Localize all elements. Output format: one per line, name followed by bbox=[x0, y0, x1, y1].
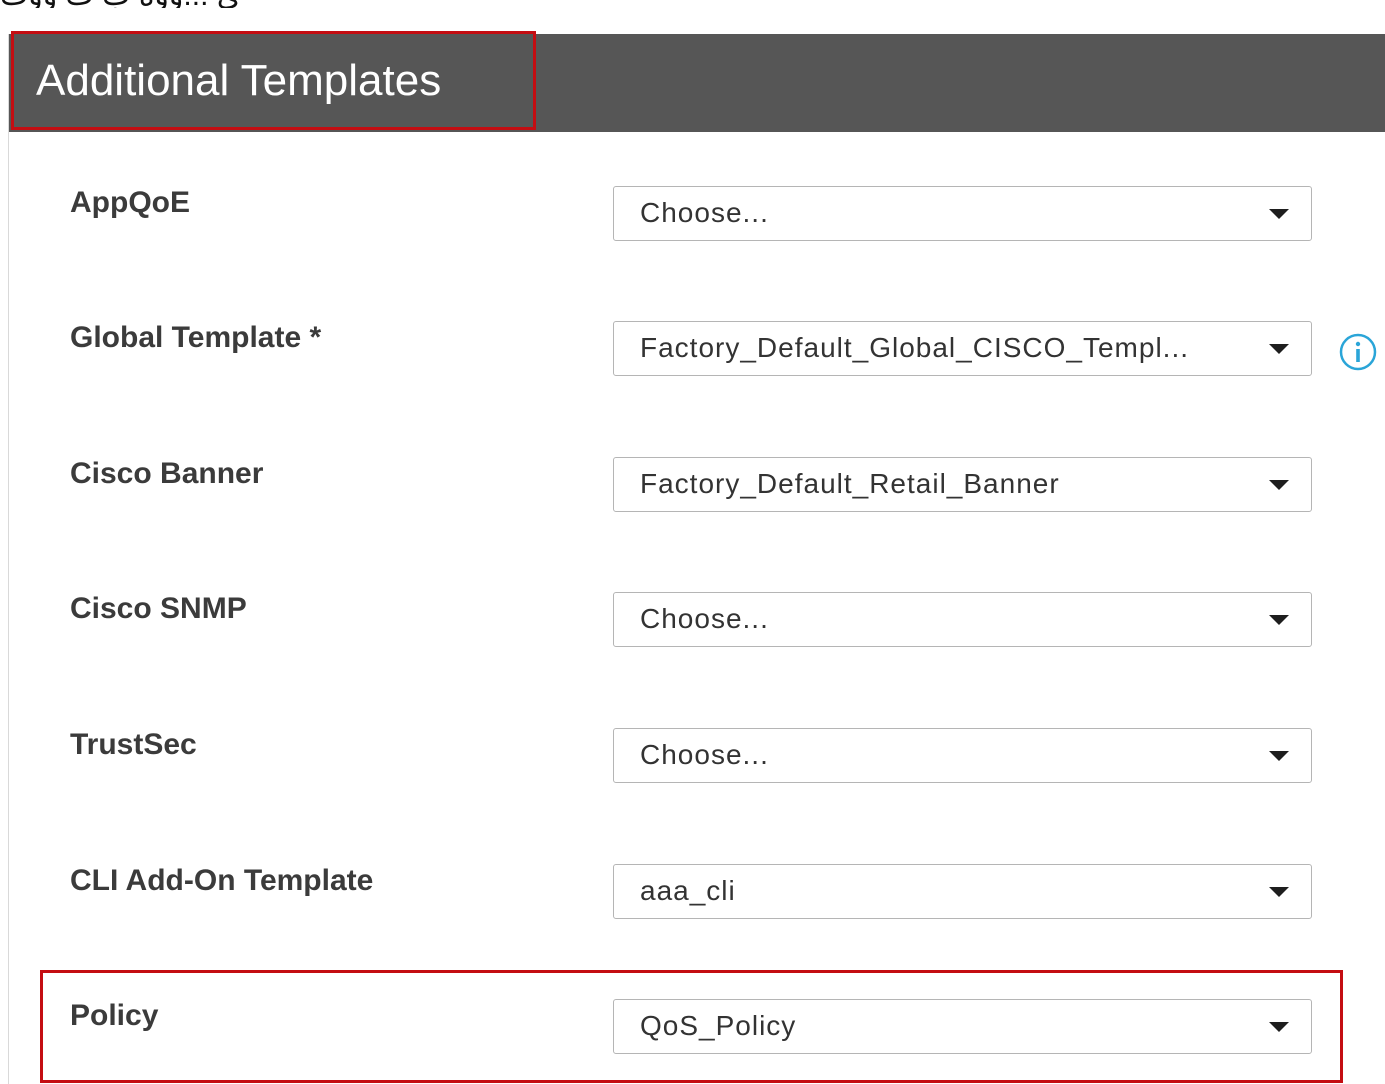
chevron-down-icon bbox=[1269, 344, 1289, 354]
chevron-down-icon bbox=[1269, 751, 1289, 761]
info-icon[interactable] bbox=[1339, 333, 1377, 371]
cli-addon-template-label: CLI Add-On Template bbox=[70, 864, 374, 897]
global-template-select-value: Factory_Default_Global_CISCO_Templ... bbox=[640, 332, 1189, 363]
chevron-down-icon bbox=[1269, 209, 1289, 219]
cisco-banner-select[interactable]: Factory_Default_Retail_Banner bbox=[613, 457, 1312, 512]
header-title-highlight: Additional Templates bbox=[11, 31, 536, 130]
global-template-select[interactable]: Factory_Default_Global_CISCO_Templ... bbox=[613, 321, 1312, 376]
chevron-down-icon bbox=[1269, 480, 1289, 490]
trustsec-label: TrustSec bbox=[70, 728, 197, 761]
cisco-banner-select-value: Factory_Default_Retail_Banner bbox=[640, 468, 1060, 499]
policy-select-value: QoS_Policy bbox=[640, 1010, 797, 1041]
top-cropped-text: ي ...وۈه ب ت ووت bbox=[0, 0, 1385, 8]
cisco-snmp-select-value: Choose... bbox=[640, 603, 769, 634]
appqoe-select[interactable]: Choose... bbox=[613, 186, 1312, 241]
cisco-snmp-label: Cisco SNMP bbox=[70, 592, 247, 625]
panel-header: Additional Templates bbox=[9, 31, 1385, 132]
policy-select[interactable]: QoS_Policy bbox=[613, 999, 1312, 1054]
cli-addon-template-select-value: aaa_cli bbox=[640, 875, 736, 906]
panel-title: Additional Templates bbox=[36, 56, 442, 105]
chevron-down-icon bbox=[1269, 615, 1289, 625]
trustsec-select-value: Choose... bbox=[640, 739, 769, 770]
trustsec-select[interactable]: Choose... bbox=[613, 728, 1312, 783]
cropped-text-fragment: ي ...وۈه ب ت ووت bbox=[0, 0, 240, 8]
chevron-down-icon bbox=[1269, 887, 1289, 897]
cisco-banner-label: Cisco Banner bbox=[70, 457, 264, 490]
cli-addon-template-select[interactable]: aaa_cli bbox=[613, 864, 1312, 919]
appqoe-select-value: Choose... bbox=[640, 197, 769, 228]
policy-label: Policy bbox=[70, 999, 159, 1032]
global-template-label: Global Template * bbox=[70, 321, 322, 354]
appqoe-label: AppQoE bbox=[70, 186, 190, 219]
chevron-down-icon bbox=[1269, 1022, 1289, 1032]
cisco-snmp-select[interactable]: Choose... bbox=[613, 592, 1312, 647]
